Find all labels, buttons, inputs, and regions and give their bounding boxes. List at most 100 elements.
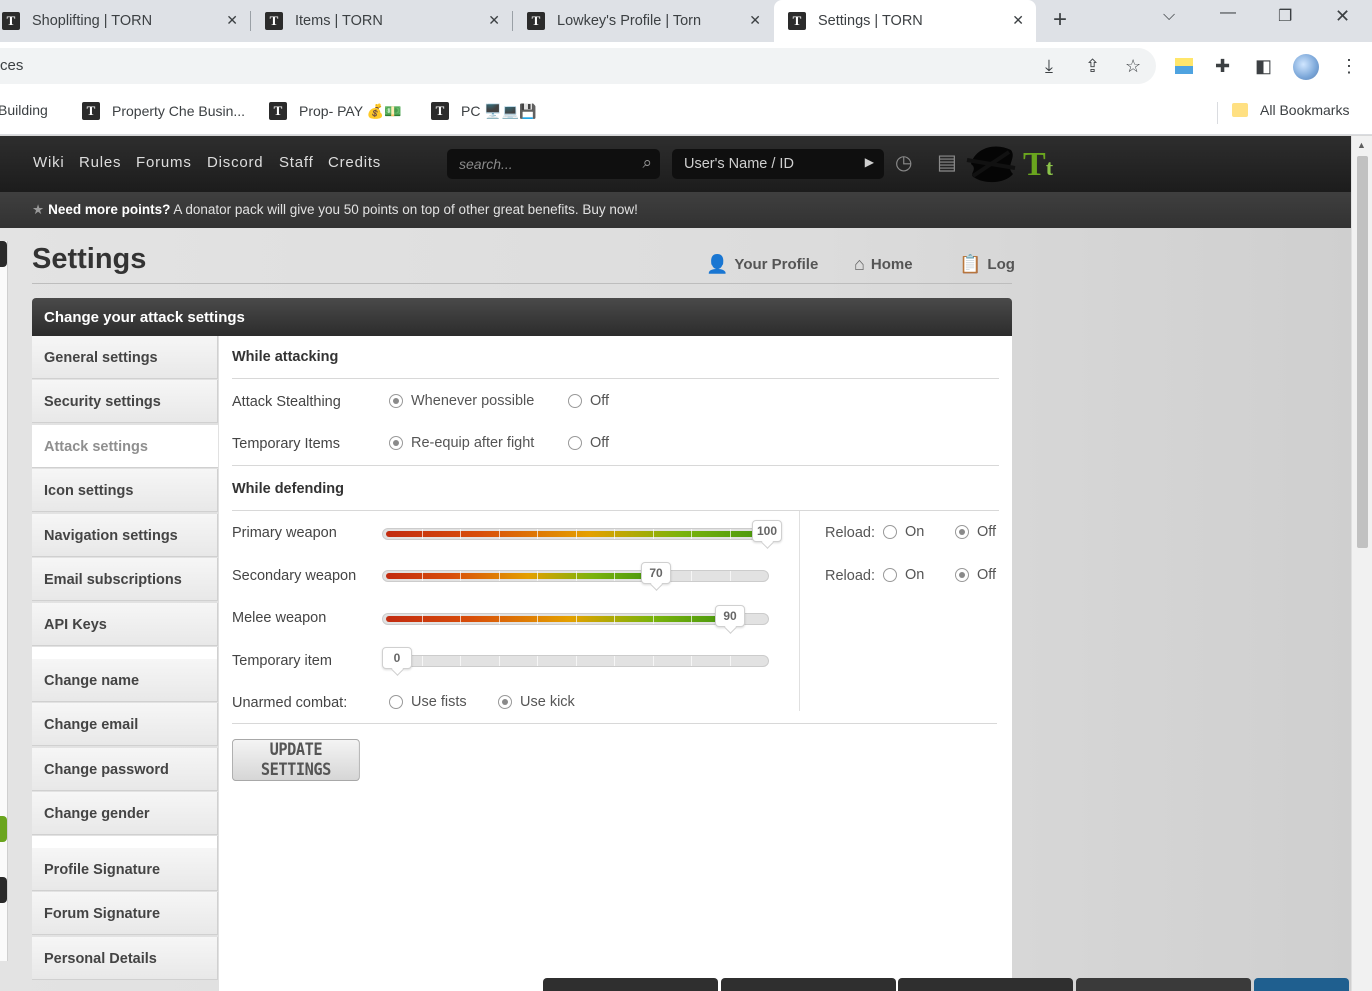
nav-link-forums[interactable]: Forums <box>136 154 192 171</box>
temp-items-off-radio[interactable]: Off <box>568 435 609 451</box>
radio-unselected-icon[interactable] <box>568 394 582 408</box>
log-link[interactable]: 📋 Log <box>959 254 1015 275</box>
chat-tab[interactable] <box>898 978 1073 991</box>
secondary-reload-on-radio[interactable]: On <box>883 567 924 583</box>
close-tab-icon[interactable]: ✕ <box>226 12 238 29</box>
restore-window-icon[interactable]: ❐ <box>1278 6 1292 26</box>
temp-items-reequip-radio[interactable]: Re-equip after fight <box>389 435 534 451</box>
browser-tab[interactable]: T Items | TORN ✕ <box>252 0 513 42</box>
menu-kebab-icon[interactable]: ⋮ <box>1340 56 1358 77</box>
chat-tab[interactable] <box>1076 978 1251 991</box>
bookmark-pc[interactable]: T PC 🖥️💻💾 <box>431 102 537 120</box>
home-link[interactable]: ⌂ Home <box>854 254 913 275</box>
sidebar-item-change-email[interactable]: Change email <box>32 703 218 746</box>
side-tab[interactable] <box>0 816 7 842</box>
primary-reload-on-radio[interactable]: On <box>883 524 924 540</box>
bookmark-star-icon[interactable]: ☆ <box>1125 56 1141 77</box>
secondary-weapon-slider[interactable]: 70 <box>382 562 769 584</box>
radio-selected-icon[interactable] <box>389 394 403 408</box>
side-tab[interactable] <box>0 241 7 267</box>
clock-icon[interactable]: ◷ <box>895 150 912 175</box>
close-window-icon[interactable]: ✕ <box>1335 6 1350 27</box>
close-tab-icon[interactable]: ✕ <box>749 12 761 29</box>
search-input[interactable]: search... ⌕ <box>447 149 660 179</box>
slider-tick <box>499 529 500 539</box>
user-search-input[interactable]: User's Name / ID ▶ <box>672 149 884 179</box>
update-settings-button[interactable]: UPDATE SETTINGS <box>232 739 360 781</box>
nav-link-discord[interactable]: Discord <box>207 154 263 171</box>
browser-tab-active[interactable]: T Settings | TORN ✕ <box>774 0 1036 42</box>
bookmark-building[interactable]: Building <box>0 102 48 118</box>
close-tab-icon[interactable]: ✕ <box>1012 12 1024 29</box>
stealthing-whenever-possible-radio[interactable]: Whenever possible <box>389 393 534 409</box>
slider-handle[interactable]: 70 <box>641 562 671 584</box>
melee-weapon-slider[interactable]: 90 <box>382 605 769 627</box>
donator-banner[interactable]: ★ Need more points? A donator pack will g… <box>0 192 1351 228</box>
chat-tab[interactable] <box>721 978 896 991</box>
radio-unselected-icon[interactable] <box>568 436 582 450</box>
sidebar-item-navigation[interactable]: Navigation settings <box>32 514 218 557</box>
radio-selected-icon[interactable] <box>389 436 403 450</box>
extensions-puzzle-icon[interactable]: ✚ <box>1215 56 1230 77</box>
primary-weapon-slider[interactable]: 100 <box>382 520 782 542</box>
scroll-up-arrow-icon[interactable]: ▲ <box>1357 140 1366 150</box>
extension-icon[interactable] <box>1175 58 1193 74</box>
slider-handle[interactable]: 90 <box>715 605 745 627</box>
chat-tab[interactable] <box>543 978 718 991</box>
radio-selected-icon[interactable] <box>955 568 969 582</box>
radio-selected-icon[interactable] <box>955 525 969 539</box>
sidebar-item-personal-details[interactable]: Personal Details <box>32 937 218 980</box>
secondary-reload-off-radio[interactable]: Off <box>955 567 996 583</box>
slider-tick <box>499 571 500 581</box>
install-app-icon[interactable]: ⤓ <box>1045 56 1053 77</box>
sidebar-item-forum-signature[interactable]: Forum Signature <box>32 892 218 935</box>
all-bookmarks[interactable]: All Bookmarks <box>1232 102 1349 118</box>
temporary-item-slider[interactable]: 0 <box>382 647 769 669</box>
sidebar-item-icon[interactable]: Icon settings <box>32 469 218 512</box>
sidebar-item-change-password[interactable]: Change password <box>32 748 218 791</box>
unarmed-use-kick-radio[interactable]: Use kick <box>498 694 575 710</box>
stealthing-off-radio[interactable]: Off <box>568 393 609 409</box>
sidebar-item-change-name[interactable]: Change name <box>32 659 218 702</box>
sidebar-item-change-gender[interactable]: Change gender <box>32 792 218 835</box>
torn-logo-icon[interactable]: Tt <box>1023 146 1053 184</box>
nav-link-credits[interactable]: Credits <box>328 154 381 171</box>
caret-right-icon[interactable]: ▶ <box>865 155 874 169</box>
sidebar-item-profile-signature[interactable]: Profile Signature <box>32 848 218 891</box>
primary-reload-off-radio[interactable]: Off <box>955 524 996 540</box>
side-tab[interactable] <box>0 877 7 903</box>
sidebar-item-api-keys[interactable]: API Keys <box>32 603 218 646</box>
minimize-window-icon[interactable]: — <box>1220 4 1236 22</box>
nav-link-rules[interactable]: Rules <box>79 154 121 171</box>
bookmark-property[interactable]: T Property Che Busin... <box>82 102 245 120</box>
address-bar[interactable]: ces <box>0 48 1156 84</box>
chat-tab[interactable] <box>1254 978 1349 991</box>
browser-tab[interactable]: T Lowkey's Profile | Torn ✕ <box>513 0 773 42</box>
share-icon[interactable]: ⇪ <box>1085 56 1100 77</box>
sidebar-item-attack[interactable]: Attack settings <box>32 425 218 468</box>
unarmed-use-fists-radio[interactable]: Use fists <box>389 694 467 710</box>
radio-unselected-icon[interactable] <box>389 695 403 709</box>
new-tab-button[interactable]: + <box>1053 6 1067 34</box>
radio-unselected-icon[interactable] <box>883 568 897 582</box>
browser-tab[interactable]: T Shoplifting | TORN ✕ <box>0 0 251 42</box>
scrollbar-thumb[interactable] <box>1357 156 1368 548</box>
tab-search-chevron-icon[interactable]: ⌵ <box>1163 7 1175 25</box>
search-icon[interactable]: ⌕ <box>642 153 652 173</box>
slider-handle[interactable]: 0 <box>382 647 412 669</box>
close-tab-icon[interactable]: ✕ <box>488 12 500 29</box>
sidebar-item-email-subscriptions[interactable]: Email subscriptions <box>32 558 218 601</box>
your-profile-link[interactable]: 👤 Your Profile <box>706 254 818 275</box>
nav-link-wiki[interactable]: Wiki <box>33 154 65 171</box>
slider-handle[interactable]: 100 <box>752 520 782 542</box>
radio-selected-icon[interactable] <box>498 695 512 709</box>
nav-link-staff[interactable]: Staff <box>279 154 314 171</box>
side-panel-icon[interactable]: ◧ <box>1255 56 1272 77</box>
profile-avatar[interactable] <box>1293 54 1319 80</box>
radio-unselected-icon[interactable] <box>883 525 897 539</box>
clipboard-icon[interactable]: ▤ <box>937 150 957 175</box>
sidebar-item-security[interactable]: Security settings <box>32 380 218 423</box>
bookmark-prop-pay[interactable]: T Prop- PAY 💰💵 <box>269 102 402 120</box>
sidebar-item-general[interactable]: General settings <box>32 336 218 379</box>
page-scrollbar[interactable]: ▲ <box>1351 136 1372 991</box>
